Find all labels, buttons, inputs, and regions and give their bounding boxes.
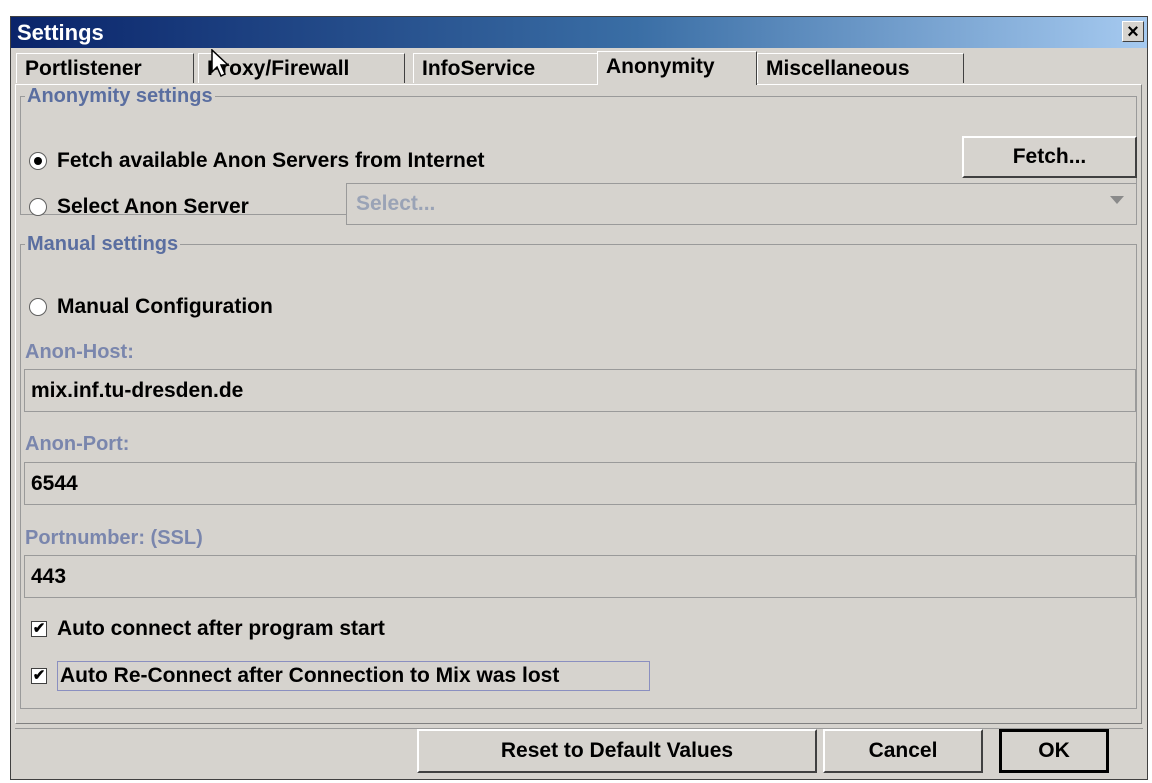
radio-unselected-icon (29, 298, 47, 316)
radio-unselected-icon (29, 198, 47, 216)
title-bar[interactable]: Settings × (11, 17, 1147, 48)
auto-connect-checkbox[interactable]: ✔ Auto connect after program start (31, 617, 385, 641)
anon-port-label: Anon-Port: (25, 433, 130, 455)
tab-label: Anonymity (606, 55, 715, 78)
checkmark-icon: ✔ (31, 667, 47, 684)
cancel-button[interactable]: Cancel (823, 729, 983, 773)
close-icon: × (1127, 21, 1139, 43)
select-server-label: Select Anon Server (57, 195, 249, 218)
auto-reconnect-label: Auto Re-Connect after Connection to Mix … (57, 661, 651, 691)
select-value: Select... (356, 192, 436, 215)
tab-label: InfoService (422, 57, 536, 80)
tab-infoservice[interactable]: InfoService (413, 53, 598, 83)
manual-config-radio[interactable]: Manual Configuration (29, 295, 273, 319)
tab-miscellaneous[interactable]: Miscellaneous (757, 53, 964, 83)
radio-selected-icon (29, 152, 47, 170)
ssl-port-input[interactable]: 443 (24, 555, 1136, 598)
manual-settings-legend: Manual settings (27, 233, 179, 255)
anon-host-label: Anon-Host: (25, 341, 134, 363)
anon-port-input[interactable]: 6544 (24, 462, 1136, 505)
checkmark-icon: ✔ (31, 620, 47, 637)
settings-dialog: Settings × Portlistener Proxy/Firewall I… (10, 16, 1148, 780)
anonymity-settings-legend: Anonymity settings (27, 85, 213, 107)
reset-defaults-label: Reset to Default Values (500, 739, 734, 762)
tab-label: Miscellaneous (766, 57, 910, 80)
anon-server-select[interactable]: Select... (346, 183, 1137, 225)
tab-portlistener[interactable]: Portlistener (16, 53, 194, 83)
tab-label: Portlistener (25, 57, 142, 80)
fetch-button[interactable]: Fetch... (962, 136, 1137, 178)
auto-connect-label: Auto connect after program start (57, 617, 385, 640)
fetch-servers-radio[interactable]: Fetch available Anon Servers from Intern… (29, 149, 485, 173)
ssl-port-label: Portnumber: (SSL) (25, 527, 203, 549)
auto-reconnect-checkbox[interactable]: ✔ Auto Re-Connect after Connection to Mi… (31, 661, 651, 691)
tab-anonymity[interactable]: Anonymity (597, 51, 757, 85)
ok-label: OK (1038, 739, 1070, 762)
chevron-down-icon (1110, 196, 1124, 204)
window-title: Settings (17, 20, 104, 45)
anon-host-input[interactable]: mix.inf.tu-dresden.de (24, 369, 1136, 412)
cancel-label: Cancel (868, 739, 938, 762)
fetch-button-label: Fetch... (1012, 145, 1087, 168)
anonymity-tab-panel: Anonymity settings Fetch available Anon … (15, 84, 1142, 724)
manual-config-label: Manual Configuration (57, 295, 273, 318)
reset-defaults-button[interactable]: Reset to Default Values (417, 729, 817, 773)
select-server-radio[interactable]: Select Anon Server (29, 195, 249, 219)
ok-button[interactable]: OK (999, 729, 1109, 773)
fetch-servers-label: Fetch available Anon Servers from Intern… (57, 149, 485, 172)
close-button[interactable]: × (1122, 21, 1144, 42)
